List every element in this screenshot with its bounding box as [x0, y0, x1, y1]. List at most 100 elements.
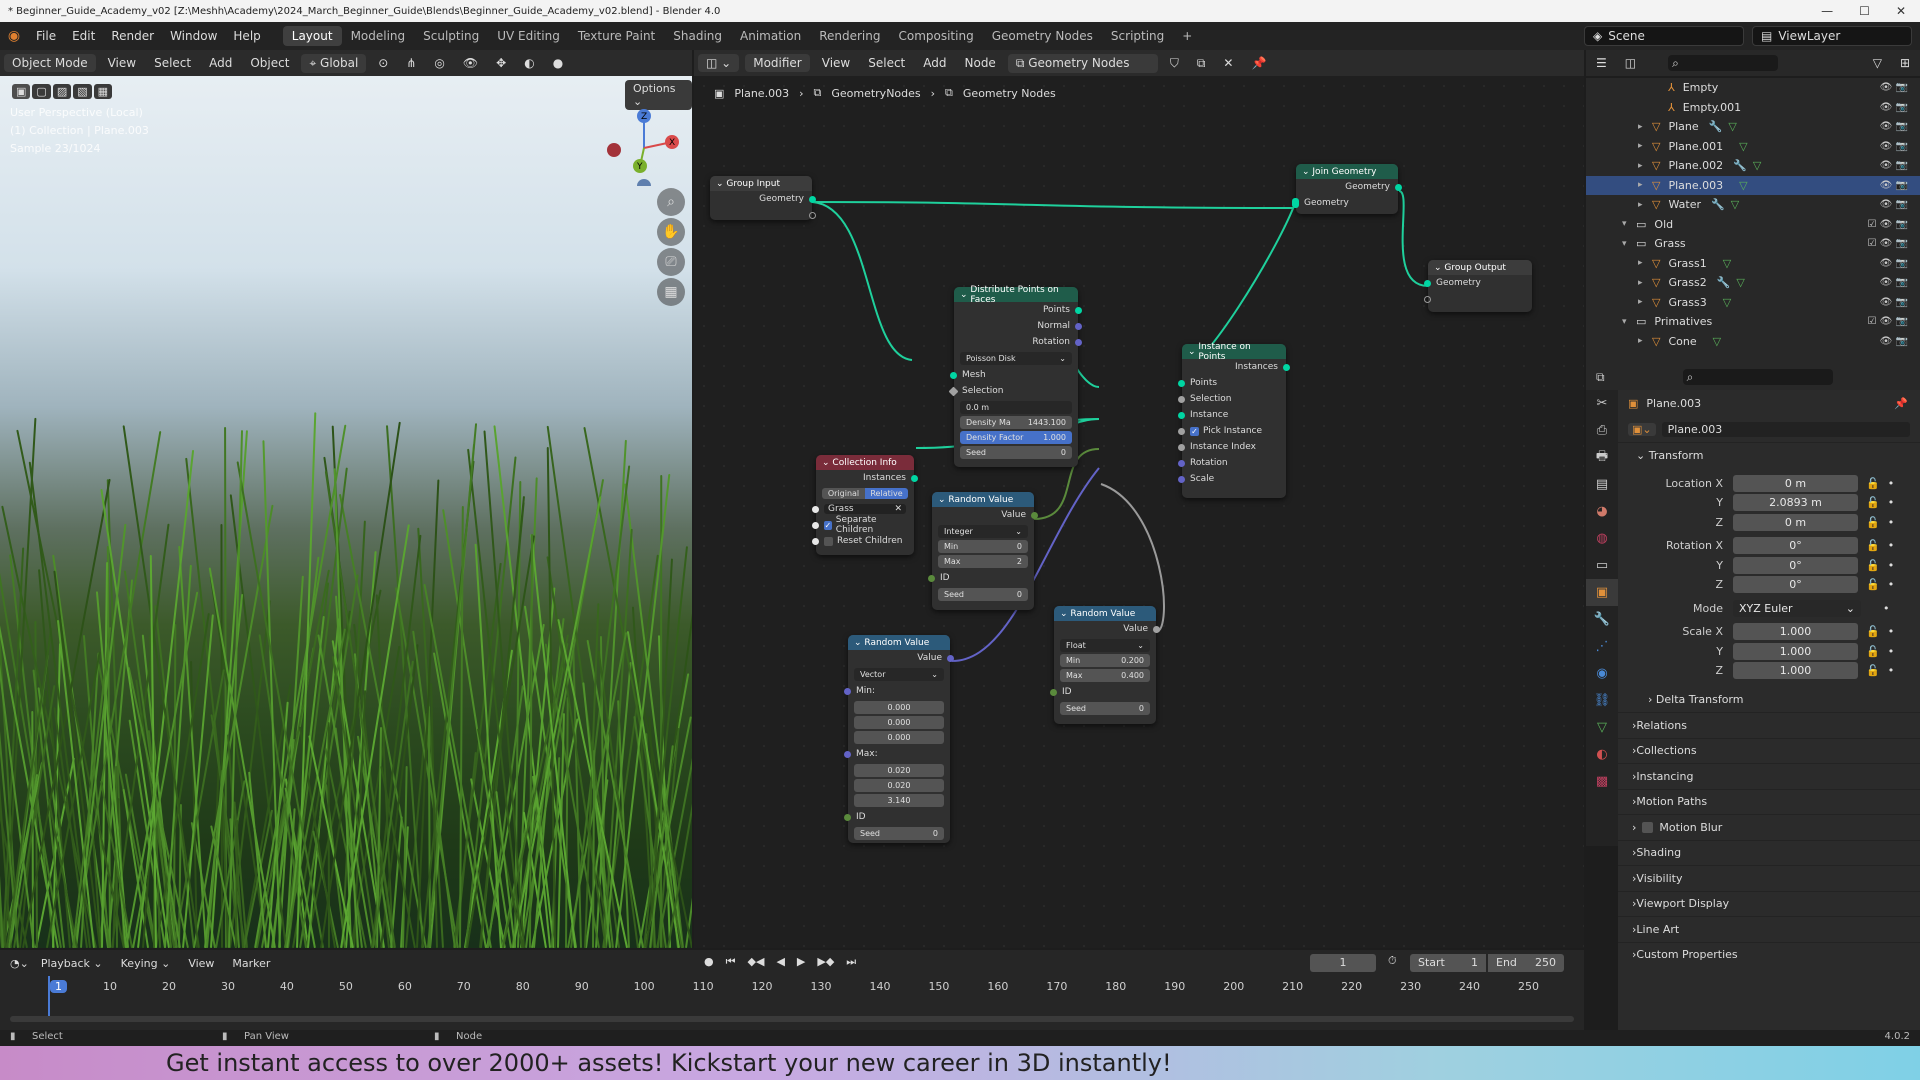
select-mode-new-icon[interactable]: ▢ — [32, 84, 51, 99]
property-section-header[interactable]: › Relations — [1618, 712, 1920, 738]
lock-icon[interactable]: 🔓 — [1866, 578, 1880, 591]
node-random-value-vector[interactable]: ⌄ Random Value Value Vector ⌄ Min: 0.000 … — [844, 635, 954, 843]
keyframe-dot-icon[interactable]: • — [1888, 645, 1895, 658]
minimize-icon[interactable]: — — [1821, 4, 1833, 18]
new-collection-icon[interactable]: ⊞ — [1894, 54, 1916, 72]
max-input-socket[interactable] — [844, 750, 851, 758]
property-section-header[interactable]: › Instancing — [1618, 763, 1920, 789]
min-field[interactable]: Min 0.200 — [1060, 654, 1150, 667]
viewport-menu-object[interactable]: Object — [244, 54, 295, 72]
expand-chevron-icon[interactable]: ▸ — [1638, 161, 1652, 171]
workspace-tab-compositing[interactable]: Compositing — [889, 26, 982, 46]
mesh-data-icon[interactable]: ▽ — [1723, 257, 1731, 270]
collection-checkbox-visibility[interactable]: ☑ 👁 📷 — [1868, 238, 1908, 249]
value-output-socket[interactable] — [1031, 511, 1038, 519]
object-name-field[interactable]: Plane.003 — [1661, 421, 1910, 437]
data-type-dropdown[interactable]: Integer ⌄ — [938, 525, 1028, 538]
node-menu-node[interactable]: Node — [959, 54, 1002, 72]
id-input-socket[interactable] — [844, 813, 851, 821]
property-section-header[interactable]: › Visibility — [1618, 865, 1920, 891]
eye-icon[interactable]: 👁 📷 — [1880, 199, 1908, 210]
seed-field[interactable]: Seed 0 — [938, 588, 1028, 601]
eye-icon[interactable]: 👁 📷 — [1880, 141, 1908, 152]
density-factor-field[interactable]: Density Factor 1.000 — [960, 431, 1072, 444]
instances-output-socket[interactable] — [1283, 363, 1290, 371]
max-field[interactable]: Max 2 — [938, 555, 1028, 568]
pick-instance-socket[interactable] — [1178, 427, 1185, 435]
instances-output-socket[interactable] — [911, 474, 918, 482]
eye-icon[interactable]: 👁 📷 — [1880, 297, 1908, 308]
menu-edit[interactable]: Edit — [64, 29, 103, 43]
eye-icon[interactable]: 👁 📷 — [1880, 277, 1908, 288]
node-editor-canvas[interactable]: ▣ Plane.003 › ⧉ GeometryNodes › ⧉ Geomet… — [694, 76, 1584, 948]
properties-search-input[interactable]: ⌕ — [1682, 369, 1833, 385]
workspace-tab-uv-editing[interactable]: UV Editing — [488, 26, 569, 46]
filter-icon[interactable]: ▽ — [1867, 54, 1888, 72]
delta-transform-subpanel[interactable]: › Delta Transform — [1618, 687, 1920, 713]
modifier-wrench-icon[interactable]: 🔧 — [1709, 120, 1723, 133]
motion-blur-checkbox[interactable] — [1642, 821, 1654, 833]
menu-help[interactable]: Help — [225, 29, 268, 43]
display-mode-icon[interactable]: ◫ — [1619, 54, 1642, 72]
material-tab-icon[interactable]: ◐ — [1586, 741, 1618, 768]
outliner-editor-type-icon[interactable]: ☰ — [1590, 54, 1613, 72]
expand-chevron-icon[interactable]: ▸ — [1638, 278, 1652, 288]
collection-field[interactable]: Grass ✕ — [824, 504, 906, 514]
node-tree-selector[interactable]: ⧉ Geometry Nodes — [1007, 53, 1158, 73]
pick-instance-checkbox[interactable]: ✓ — [1190, 426, 1199, 436]
timeline-editor[interactable]: ◔⌄ Playback ⌄ Keying ⌄ View Marker ● ⏮ ◆… — [0, 950, 1584, 1030]
data-type-dropdown[interactable]: Vector ⌄ — [854, 668, 944, 681]
scale-x-field[interactable]: 1.000 — [1733, 623, 1858, 641]
node-tree-type-dropdown[interactable]: Modifier — [745, 54, 810, 72]
object-browse-icon[interactable]: ▣⌄ — [1628, 422, 1656, 436]
distribute-method-dropdown[interactable]: Poisson Disk ⌄ — [960, 352, 1072, 365]
select-mode-extend-icon[interactable]: ▨ — [52, 84, 72, 99]
keyframe-dot-icon[interactable]: • — [1888, 516, 1895, 529]
original-toggle[interactable]: Original — [822, 488, 865, 499]
property-section-header[interactable]: › Collections — [1618, 737, 1920, 764]
collapse-chevron-icon[interactable]: ▾ — [1622, 219, 1636, 229]
properties-editor-type-icon[interactable]: ⧉ — [1596, 370, 1605, 385]
reset-children-checkbox[interactable] — [824, 536, 833, 546]
property-section-header[interactable]: › Line Art — [1618, 916, 1920, 942]
outliner-item[interactable]: ▾ ▭ Grass ☑ 👁 📷 — [1586, 234, 1920, 254]
eye-icon[interactable]: 👁 📷 — [1880, 102, 1908, 113]
mesh-data-icon[interactable]: ▽ — [1736, 276, 1744, 289]
data-type-dropdown[interactable]: Float ⌄ — [1060, 639, 1150, 652]
object-tab-icon[interactable]: ▣ — [1586, 579, 1618, 606]
workspace-tab-layout[interactable]: Layout — [282, 26, 342, 46]
separate-children-checkbox[interactable]: ✓ — [824, 520, 832, 530]
tool-tab-icon[interactable]: ✂ — [1586, 390, 1618, 417]
transform-orientation-dropdown[interactable]: ⌖ Global — [301, 53, 367, 73]
output-tab-icon[interactable]: 🖶 — [1586, 444, 1618, 471]
density-max-field[interactable]: Density Ma 1443.100 — [960, 416, 1072, 429]
rotation-input-socket[interactable] — [1178, 459, 1185, 467]
property-section-header[interactable]: › Custom Properties — [1618, 941, 1920, 968]
pin-icon[interactable]: 📌 — [1894, 397, 1908, 410]
rotation-output-socket[interactable] — [1075, 338, 1082, 346]
outliner-item[interactable]: ▾ ▭ Old ☑ 👁 📷 — [1586, 215, 1920, 235]
transform-panel-header[interactable]: ⌄ Transform — [1618, 442, 1920, 468]
keyframe-dot-icon[interactable]: • — [1888, 539, 1895, 552]
outliner-item[interactable]: ▸ ▽ Plane.001 ▽ 👁 📷 — [1586, 137, 1920, 157]
node-group-input[interactable]: ⌄ Group Input Geometry — [710, 176, 816, 220]
lock-icon[interactable]: 🔓 — [1866, 625, 1880, 638]
points-input-socket[interactable] — [1178, 379, 1185, 387]
viewlayer-selector[interactable]: ▤ ViewLayer — [1752, 26, 1912, 46]
location-z-field[interactable]: 0 m — [1733, 513, 1858, 531]
collection-checkbox-visibility[interactable]: ☑ 👁 📷 — [1868, 219, 1908, 230]
collection-checkbox-visibility[interactable]: ☑ 👁 📷 — [1868, 316, 1908, 327]
max-x-field[interactable]: 0.020 — [854, 764, 944, 777]
eye-icon[interactable]: 👁 📷 — [1880, 258, 1908, 269]
outliner-item[interactable]: ⅄ Empty 👁 📷 — [1586, 78, 1920, 98]
node-collection-info[interactable]: ⌄ Collection Info Instances Original Rel… — [812, 455, 918, 555]
node-menu-add[interactable]: Add — [917, 54, 952, 72]
close-icon[interactable]: ✕ — [1896, 4, 1906, 18]
workspace-tab-modeling[interactable]: Modeling — [342, 26, 415, 46]
3d-viewport[interactable]: ▣ ▢ ▨ ▧ ▦ Options ⌄ User Perspective (Lo… — [0, 76, 692, 948]
property-section-header[interactable]: › Shading — [1618, 839, 1920, 866]
keyframe-dot-icon[interactable]: • — [1888, 559, 1895, 572]
points-output-socket[interactable] — [1075, 306, 1082, 314]
outliner-item[interactable]: ▸ ▽ Cone ▽ 👁 📷 — [1586, 332, 1920, 352]
min-x-field[interactable]: 0.000 — [854, 701, 944, 714]
